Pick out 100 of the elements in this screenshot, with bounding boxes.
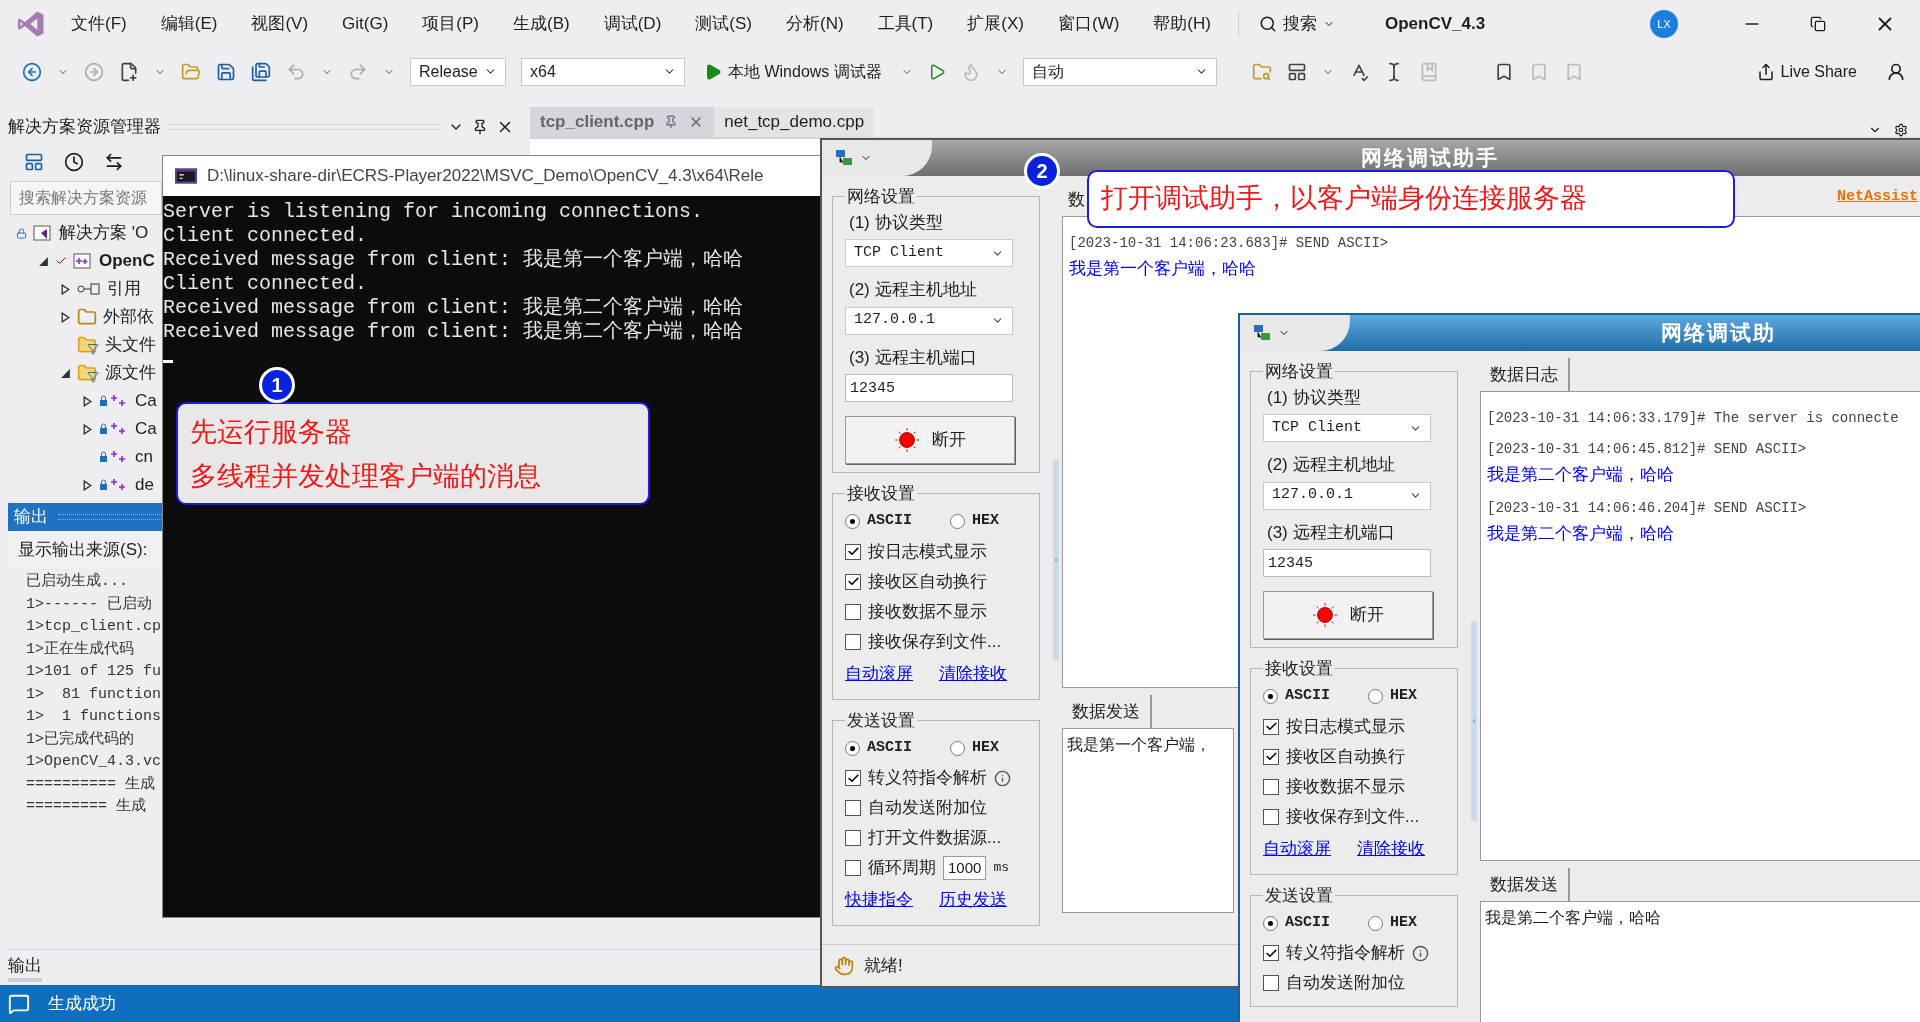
disconnect-button[interactable]: 断开	[1263, 591, 1433, 639]
save-all-icon[interactable]	[251, 61, 271, 82]
network-icon[interactable]	[1252, 323, 1272, 343]
tree-item[interactable]: Ca	[135, 388, 157, 414]
radio-button[interactable]	[1263, 689, 1278, 704]
checkbox[interactable]	[845, 860, 861, 876]
menu-item[interactable]: 文件(F)	[54, 5, 144, 43]
checkbox[interactable]	[1263, 778, 1279, 795]
pin-icon[interactable]	[472, 119, 488, 135]
configuration-dropdown[interactable]: Release	[410, 57, 506, 86]
menu-item[interactable]: Git(G)	[325, 5, 406, 43]
radio-button[interactable]	[1368, 689, 1383, 704]
tree-item[interactable]: cn	[135, 444, 153, 470]
expand-arrow-icon[interactable]	[60, 311, 71, 323]
port-field[interactable]: 12345	[845, 374, 1013, 402]
platform-dropdown[interactable]: x64	[521, 57, 685, 86]
live-share-button[interactable]: Live Share	[1756, 59, 1857, 84]
clock-icon[interactable]	[64, 152, 84, 172]
protocol-dropdown[interactable]: TCP Client	[845, 239, 1013, 267]
menu-item[interactable]: 项目(P)	[405, 5, 496, 43]
checkbox[interactable]	[845, 800, 861, 816]
back-icon[interactable]	[22, 61, 42, 82]
radio-button[interactable]	[950, 514, 965, 529]
protocol-dropdown[interactable]: TCP Client	[1263, 414, 1431, 442]
search-field[interactable]: 搜索解决方案资源	[10, 181, 162, 215]
link[interactable]: 快捷指令	[845, 887, 913, 913]
link[interactable]: 清除接收	[1357, 835, 1425, 862]
menu-item[interactable]: 测试(S)	[678, 5, 769, 43]
user-avatar[interactable]: LX	[1650, 10, 1678, 38]
expand-arrow-icon[interactable]	[60, 283, 71, 295]
checkbox[interactable]	[845, 770, 861, 786]
radio-button[interactable]	[1263, 915, 1278, 931]
checkbox[interactable]	[1263, 718, 1279, 735]
expand-arrow-icon[interactable]	[82, 479, 93, 491]
checkbox[interactable]	[845, 633, 861, 650]
checkbox[interactable]	[845, 573, 861, 590]
tree-item[interactable]: 解决方案 'O	[59, 220, 149, 246]
send-field[interactable]: 我是第一个客户端，	[1062, 728, 1234, 913]
link[interactable]: 自动滚屏	[1263, 835, 1331, 862]
menu-item[interactable]: 分析(N)	[768, 5, 861, 43]
expand-arrow-icon[interactable]	[82, 395, 93, 407]
output-line: 1>tcp_client.cp	[26, 617, 162, 637]
host-dropdown[interactable]: 127.0.0.1	[1263, 481, 1431, 510]
checkbox[interactable]	[1263, 975, 1279, 991]
host-dropdown[interactable]: 127.0.0.1	[845, 306, 1013, 335]
tree-item[interactable]: 头文件	[105, 332, 156, 358]
new-file-icon[interactable]	[119, 61, 139, 82]
network-icon[interactable]	[834, 148, 854, 168]
link[interactable]: 清除接收	[939, 660, 1007, 687]
checkbox[interactable]	[845, 603, 861, 620]
search-button[interactable]: 搜索	[1248, 11, 1345, 37]
info-icon[interactable]	[994, 769, 1011, 787]
radio-button[interactable]	[845, 514, 860, 529]
menu-item[interactable]: 编辑(E)	[143, 5, 235, 43]
settings-icon[interactable]	[1894, 123, 1908, 137]
start-debugging-button[interactable]: 本地 Windows 调试器	[700, 59, 886, 84]
restore-icon[interactable]	[1810, 16, 1826, 32]
expand-arrow-icon[interactable]	[82, 423, 93, 435]
menu-item[interactable]: 调试(D)	[586, 5, 679, 43]
menu-item[interactable]: 扩展(X)	[950, 5, 1041, 43]
tree-item[interactable]: 外部依	[103, 304, 154, 330]
expand-arrow-icon[interactable]	[60, 367, 71, 379]
period-field[interactable]: 1000	[943, 856, 987, 880]
console-line: Received message from client: 我是第一个客户端，哈哈	[163, 248, 744, 272]
expand-arrow-icon[interactable]	[38, 255, 49, 267]
editor-tab[interactable]: net_tcp_demo.cpp	[714, 107, 875, 137]
save-icon[interactable]	[216, 61, 236, 82]
menu-item[interactable]: 帮助(H)	[1136, 5, 1228, 43]
notification-icon[interactable]	[8, 992, 30, 1015]
checkbox[interactable]	[845, 543, 861, 560]
link[interactable]: 历史发送	[939, 887, 1007, 913]
tree-item[interactable]: OpenC	[99, 248, 155, 274]
field-label: (1) 协议类型	[1266, 386, 1362, 409]
switch-views-icon[interactable]	[104, 152, 124, 172]
checkbox[interactable]	[845, 830, 861, 846]
radio-button[interactable]	[845, 740, 860, 756]
panel-title: 输出	[14, 506, 48, 529]
radio-button[interactable]	[1368, 915, 1383, 931]
checkbox[interactable]	[1263, 748, 1279, 765]
menu-item[interactable]: 生成(B)	[496, 5, 587, 43]
checkbox-label: 接收区自动换行	[1286, 745, 1405, 768]
checkbox[interactable]	[1263, 945, 1279, 961]
menu-item[interactable]: 工具(T)	[860, 5, 951, 43]
layout-icon[interactable]	[1286, 61, 1307, 82]
radio-button[interactable]	[950, 740, 965, 756]
tree-item[interactable]: de	[135, 472, 154, 498]
info-icon[interactable]	[1412, 944, 1429, 962]
tree-item[interactable]: 引用	[107, 276, 141, 302]
tree-item[interactable]: Ca	[135, 416, 157, 442]
disconnect-button[interactable]: 断开	[845, 416, 1015, 464]
tree-item[interactable]: 源文件	[105, 360, 156, 386]
person-icon[interactable]	[1886, 61, 1906, 82]
menu-item[interactable]: 视图(V)	[234, 5, 326, 43]
send-field[interactable]: 我是第二个客户端，哈哈	[1480, 901, 1920, 1022]
solution-name: OpenCV_4.3	[1384, 13, 1486, 36]
menu-item[interactable]: 窗口(W)	[1040, 5, 1137, 43]
port-field[interactable]: 12345	[1263, 549, 1431, 577]
checkbox[interactable]	[1263, 808, 1279, 825]
target-dropdown[interactable]: 自动	[1022, 57, 1217, 86]
link[interactable]: 自动滚屏	[845, 660, 913, 687]
